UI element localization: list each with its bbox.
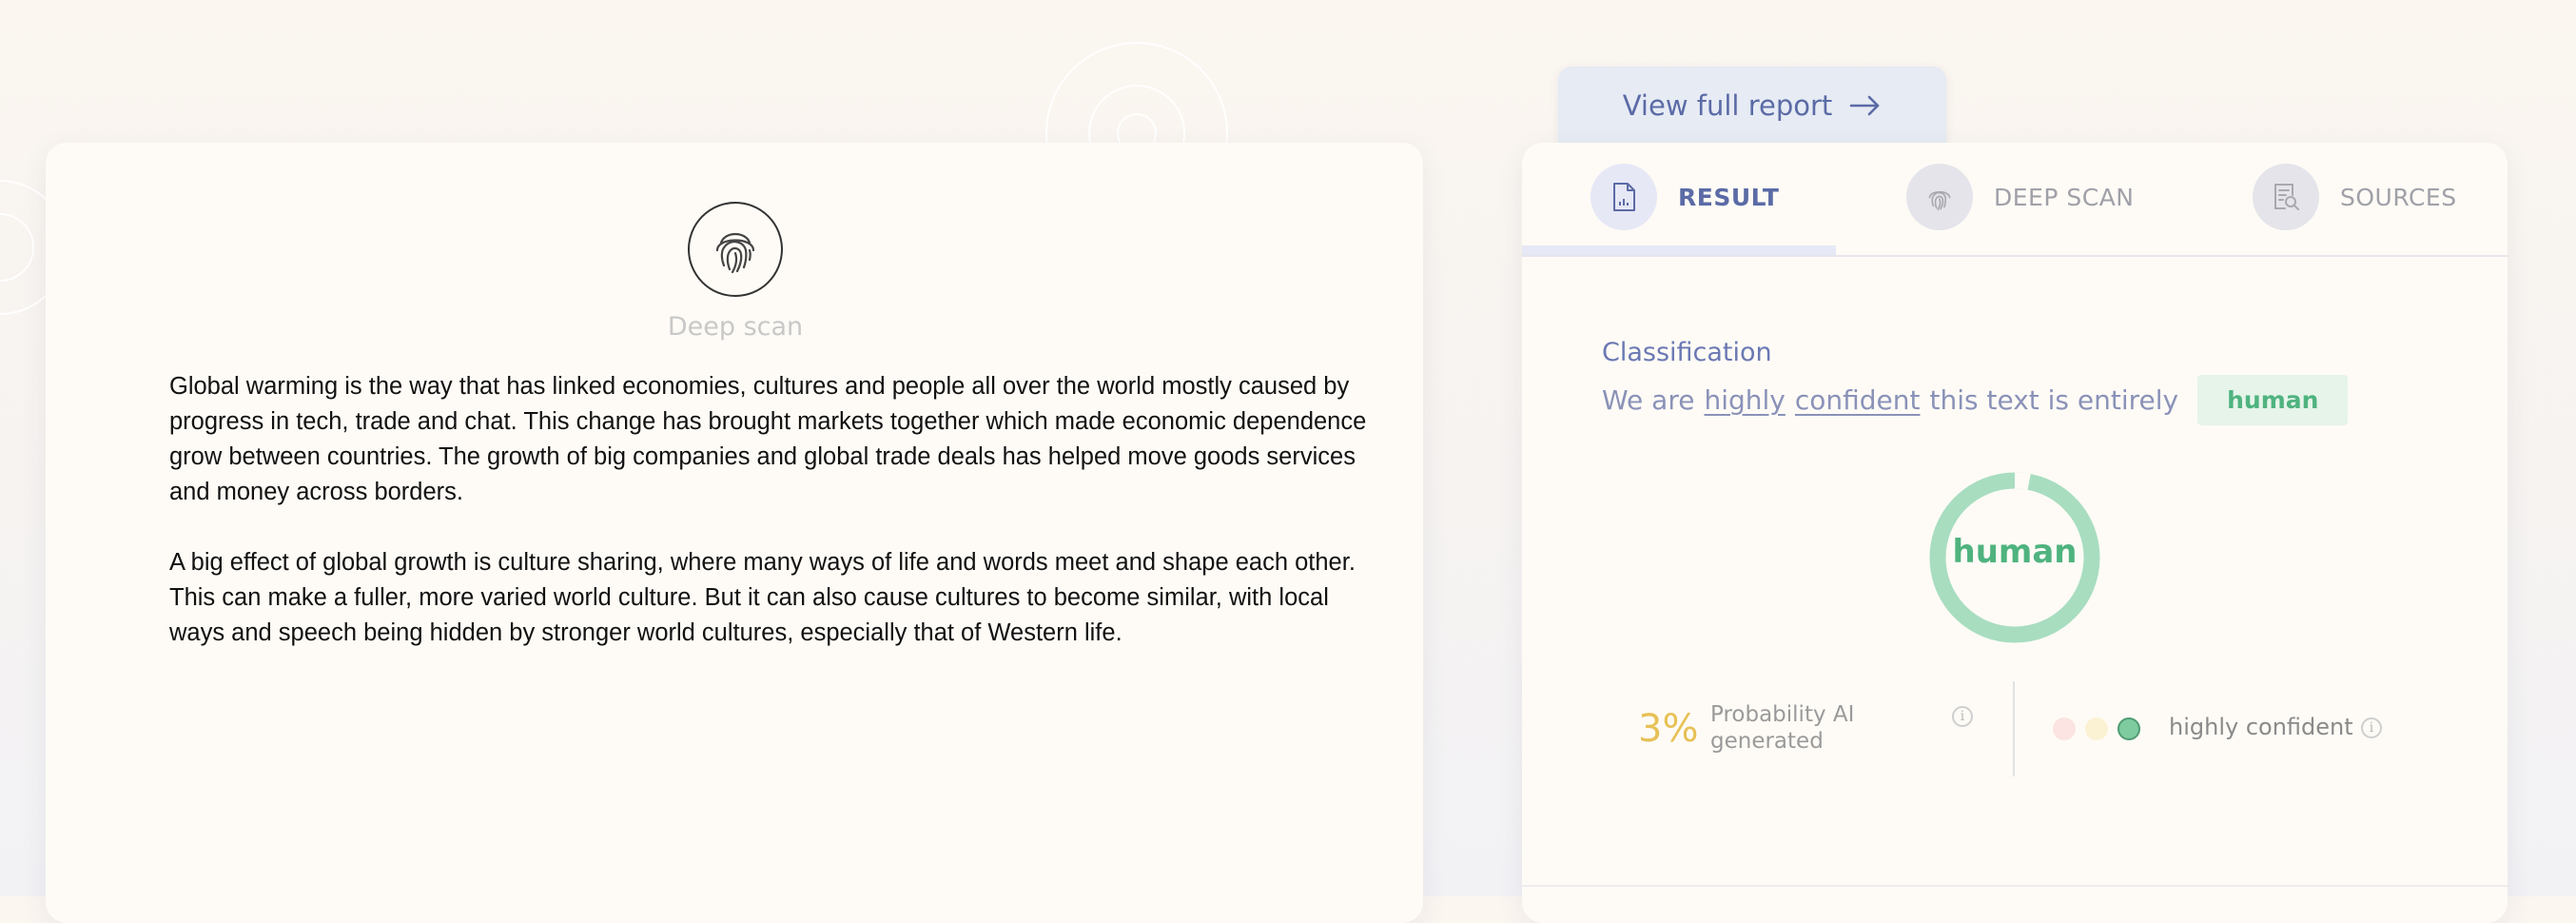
classification-sentence: We are highly confident this text is ent…	[1602, 375, 2349, 425]
probability-value: 3%	[1638, 707, 1699, 751]
arrow-right-icon	[1849, 89, 1882, 122]
confidence-dot-high	[2117, 717, 2140, 740]
document-search-icon	[2253, 164, 2319, 230]
sentence-prefix: We are	[1602, 384, 1695, 416]
donut-label: human	[1952, 533, 2078, 571]
deep-scan-label: Deep scan	[667, 312, 804, 342]
text-paragraph: A big effect of global growth is culture…	[169, 549, 1356, 646]
tab-result[interactable]: RESULT	[1590, 162, 1779, 232]
fingerprint-icon	[1906, 164, 1973, 230]
confidence-dot-medium	[2085, 717, 2108, 740]
highly-link[interactable]: highly	[1704, 384, 1785, 416]
tab-bar: RESULT DEEP SCAN SOURCES	[1522, 143, 2508, 257]
view-full-report-label: View full report	[1622, 89, 1833, 122]
info-icon[interactable]: i	[1952, 706, 1973, 727]
confident-link[interactable]: confident	[1795, 384, 1921, 416]
tab-deep-scan[interactable]: DEEP SCAN	[1906, 162, 2135, 232]
result-panel: RESULT DEEP SCAN SOURCES Classification …	[1522, 143, 2508, 923]
confidence-label: highly confident	[2169, 714, 2353, 740]
tab-sources[interactable]: SOURCES	[2253, 162, 2457, 232]
tab-deep-scan-label: DEEP SCAN	[1994, 183, 2135, 211]
tab-sources-label: SOURCES	[2340, 183, 2457, 211]
divider	[1522, 885, 2508, 887]
view-full-report-button[interactable]: View full report	[1558, 67, 1946, 145]
scanned-text: Global warming is the way that has linke…	[169, 369, 1368, 686]
sentence-suffix: this text is entirely	[1929, 384, 2179, 416]
tab-result-label: RESULT	[1678, 183, 1780, 211]
text-paragraph: Global warming is the way that has linke…	[169, 373, 1367, 505]
document-chart-icon	[1590, 164, 1657, 230]
deep-scan-panel: Deep scan Global warming is the way that…	[46, 143, 1423, 923]
active-tab-indicator	[1522, 245, 1836, 255]
divider	[2013, 681, 2015, 776]
classification-badge: human	[2197, 375, 2349, 425]
fingerprint-icon	[688, 202, 783, 297]
info-icon[interactable]: i	[2361, 717, 2382, 738]
confidence-dot-low	[2053, 717, 2076, 740]
classification-title: Classification	[1602, 338, 1772, 367]
probability-label: Probability AI generated	[1710, 702, 1855, 754]
